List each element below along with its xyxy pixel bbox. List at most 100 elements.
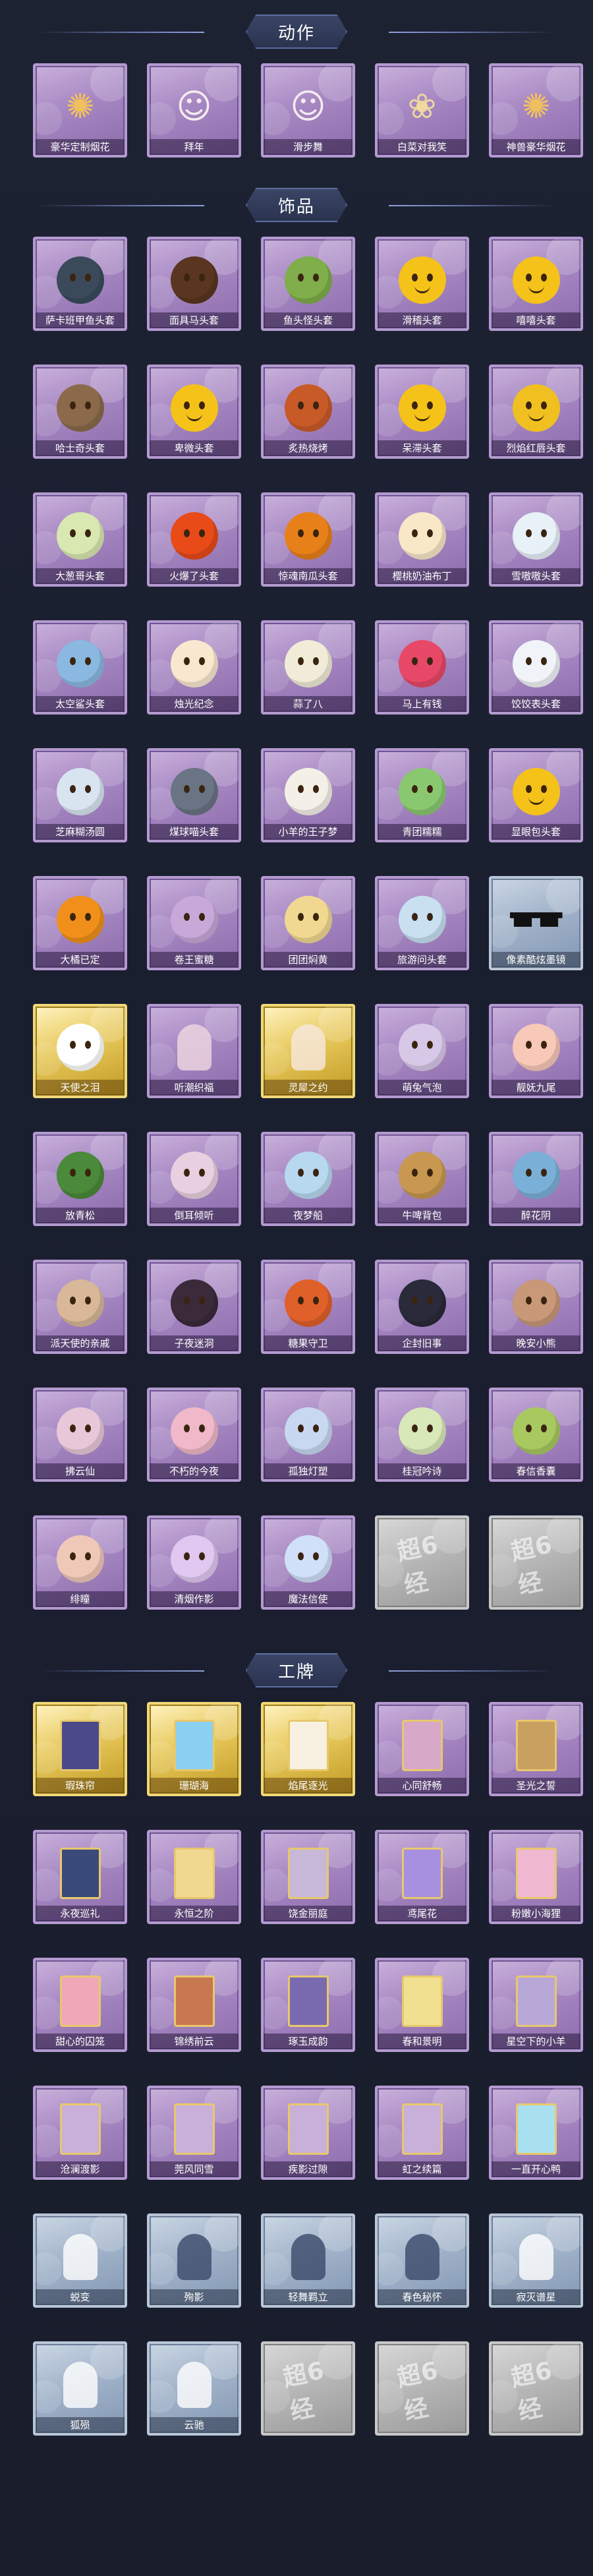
item-card[interactable]: 萨卡班甲鱼头套 [33, 237, 127, 331]
item-name: 火爆了头套 [150, 568, 239, 584]
item-card[interactable]: 春色秘怀 [375, 2213, 469, 2308]
item-card[interactable]: 春和景明 [375, 1958, 469, 2052]
item-name: 珊瑚海 [150, 1778, 239, 1794]
item-card[interactable]: 萌兔气泡 [375, 1004, 469, 1098]
item-card[interactable]: 大橘已定 [33, 876, 127, 970]
item-card[interactable]: 夜梦船 [261, 1132, 355, 1226]
item-card[interactable]: ☺ 滑步舞 [261, 63, 355, 158]
item-card[interactable]: 锦绣前云 [147, 1958, 241, 2052]
item-card[interactable]: 心同舒畅 [375, 1702, 469, 1796]
item-card[interactable]: 绯瞳 [33, 1515, 127, 1610]
item-card[interactable]: 像素酷炫墨镜 [489, 876, 583, 970]
item-name: 云驰 [150, 2417, 239, 2433]
item-card[interactable]: 狐殒 [33, 2341, 127, 2436]
item-card[interactable]: 鸢尾花 [375, 1830, 469, 1924]
item-card[interactable]: 疾影过隙 [261, 2086, 355, 2180]
item-card[interactable]: 圣光之誓 [489, 1702, 583, 1796]
item-card[interactable]: 粉嫩小海狸 [489, 1830, 583, 1924]
item-card[interactable]: 嘻嘻头套 [489, 237, 583, 331]
item-card[interactable]: 殉影 [147, 2213, 241, 2308]
item-card[interactable]: 超6经 [375, 1515, 469, 1610]
item-card[interactable]: ✺ 神兽豪华烟花 [489, 63, 583, 158]
item-card[interactable]: 虹之续篇 [375, 2086, 469, 2180]
item-card[interactable]: 放青松 [33, 1132, 127, 1226]
item-card[interactable]: ☺ 拜年 [147, 63, 241, 158]
item-name: 显眼包头套 [492, 824, 580, 840]
item-card[interactable]: 醉花阴 [489, 1132, 583, 1226]
item-card[interactable]: 旅游问头套 [375, 876, 469, 970]
item-card[interactable]: 超6经 [375, 2341, 469, 2436]
item-card[interactable]: 糖果守卫 [261, 1260, 355, 1354]
item-card[interactable]: 寂灭谱星 [489, 2213, 583, 2308]
item-name: 滑稽头套 [378, 312, 466, 328]
item-card[interactable]: ❀ 白菜对我笑 [375, 63, 469, 158]
item-card[interactable]: 太空鲨头套 [33, 620, 127, 715]
item-card[interactable]: 天使之泪 [33, 1004, 127, 1098]
item-card[interactable]: 超6经 [489, 2341, 583, 2436]
item-card[interactable]: 桂冠吟诗 [375, 1388, 469, 1482]
item-card[interactable]: 孤独灯塑 [261, 1388, 355, 1482]
item-card[interactable]: 永恒之阶 [147, 1830, 241, 1924]
item-card[interactable]: 烈焰红唇头套 [489, 365, 583, 459]
item-card[interactable]: 清烟作影 [147, 1515, 241, 1610]
item-card[interactable]: 哈士奇头套 [33, 365, 127, 459]
item-card[interactable]: 焰尾逐光 [261, 1702, 355, 1796]
item-card[interactable]: 超6经 [489, 1515, 583, 1610]
item-card[interactable]: 企封旧事 [375, 1260, 469, 1354]
item-card[interactable]: 呆滞头套 [375, 365, 469, 459]
item-card[interactable]: 鱼头怪头套 [261, 237, 355, 331]
item-card[interactable]: 饺饺表头套 [489, 620, 583, 715]
item-card[interactable]: 火爆了头套 [147, 492, 241, 587]
item-card[interactable]: 芝麻糊汤圆 [33, 748, 127, 842]
item-card[interactable]: 超6经 [261, 2341, 355, 2436]
candle-icon [167, 636, 222, 691]
item-card[interactable]: 春信香囊 [489, 1388, 583, 1482]
item-card[interactable]: 饶金丽庭 [261, 1830, 355, 1924]
item-card[interactable]: 樱桃奶油布丁 [375, 492, 469, 587]
item-card[interactable]: ✺ 豪华定制烟花 [33, 63, 127, 158]
item-card[interactable]: 靓妩九尾 [489, 1004, 583, 1098]
item-card[interactable]: 灵犀之约 [261, 1004, 355, 1098]
item-card[interactable]: 沧澜渡影 [33, 2086, 127, 2180]
item-card[interactable]: 面具马头套 [147, 237, 241, 331]
item-card[interactable]: 炙热烧烤 [261, 365, 355, 459]
item-card[interactable]: 星空下的小羊 [489, 1958, 583, 2052]
item-card[interactable]: 不朽的今夜 [147, 1388, 241, 1482]
item-card[interactable]: 雪嗷嗷头套 [489, 492, 583, 587]
item-card[interactable]: 马上有钱 [375, 620, 469, 715]
item-card[interactable]: 晚安小熊 [489, 1260, 583, 1354]
item-card[interactable]: 珊瑚海 [147, 1702, 241, 1796]
item-card[interactable]: 团团焖黄 [261, 876, 355, 970]
item-card[interactable]: 倒耳倾听 [147, 1132, 241, 1226]
item-card[interactable]: 莞风同雪 [147, 2086, 241, 2180]
item-card[interactable]: 卑微头套 [147, 365, 241, 459]
item-card[interactable]: 大葱哥头套 [33, 492, 127, 587]
item-card[interactable]: 一直开心鸭 [489, 2086, 583, 2180]
silhouette-icon [281, 1020, 336, 1075]
item-card[interactable]: 派天使的亲戚 [33, 1260, 127, 1354]
item-card[interactable]: 琢玉成韵 [261, 1958, 355, 2052]
item-card[interactable]: 烛光纪念 [147, 620, 241, 715]
item-card[interactable]: 魔法信使 [261, 1515, 355, 1610]
item-card[interactable]: 听潮织福 [147, 1004, 241, 1098]
item-card[interactable]: 蒜了八 [261, 620, 355, 715]
item-card[interactable]: 子夜迷洞 [147, 1260, 241, 1354]
item-card[interactable]: 牛啤背包 [375, 1132, 469, 1226]
item-card[interactable]: 小羊的王子梦 [261, 748, 355, 842]
item-card[interactable]: 惊魂南瓜头套 [261, 492, 355, 587]
item-card[interactable]: 滑稽头套 [375, 237, 469, 331]
item-card[interactable]: 拂云仙 [33, 1388, 127, 1482]
item-name: 殉影 [150, 2289, 239, 2305]
item-card[interactable]: 云驰 [147, 2341, 241, 2436]
item-card[interactable]: 永夜巡礼 [33, 1830, 127, 1924]
item-card[interactable]: 甜心的囚笼 [33, 1958, 127, 2052]
item-card[interactable]: 轻舞羁立 [261, 2213, 355, 2308]
item-card[interactable]: 卷王蜜糖 [147, 876, 241, 970]
item-name: 神兽豪华烟花 [492, 139, 580, 155]
item-card[interactable]: 煤球喵头套 [147, 748, 241, 842]
item-card[interactable]: 蜕变 [33, 2213, 127, 2308]
item-card[interactable]: 瑕珠帘 [33, 1702, 127, 1796]
item-card[interactable]: 显眼包头套 [489, 748, 583, 842]
item-card[interactable]: 青团糯糯 [375, 748, 469, 842]
